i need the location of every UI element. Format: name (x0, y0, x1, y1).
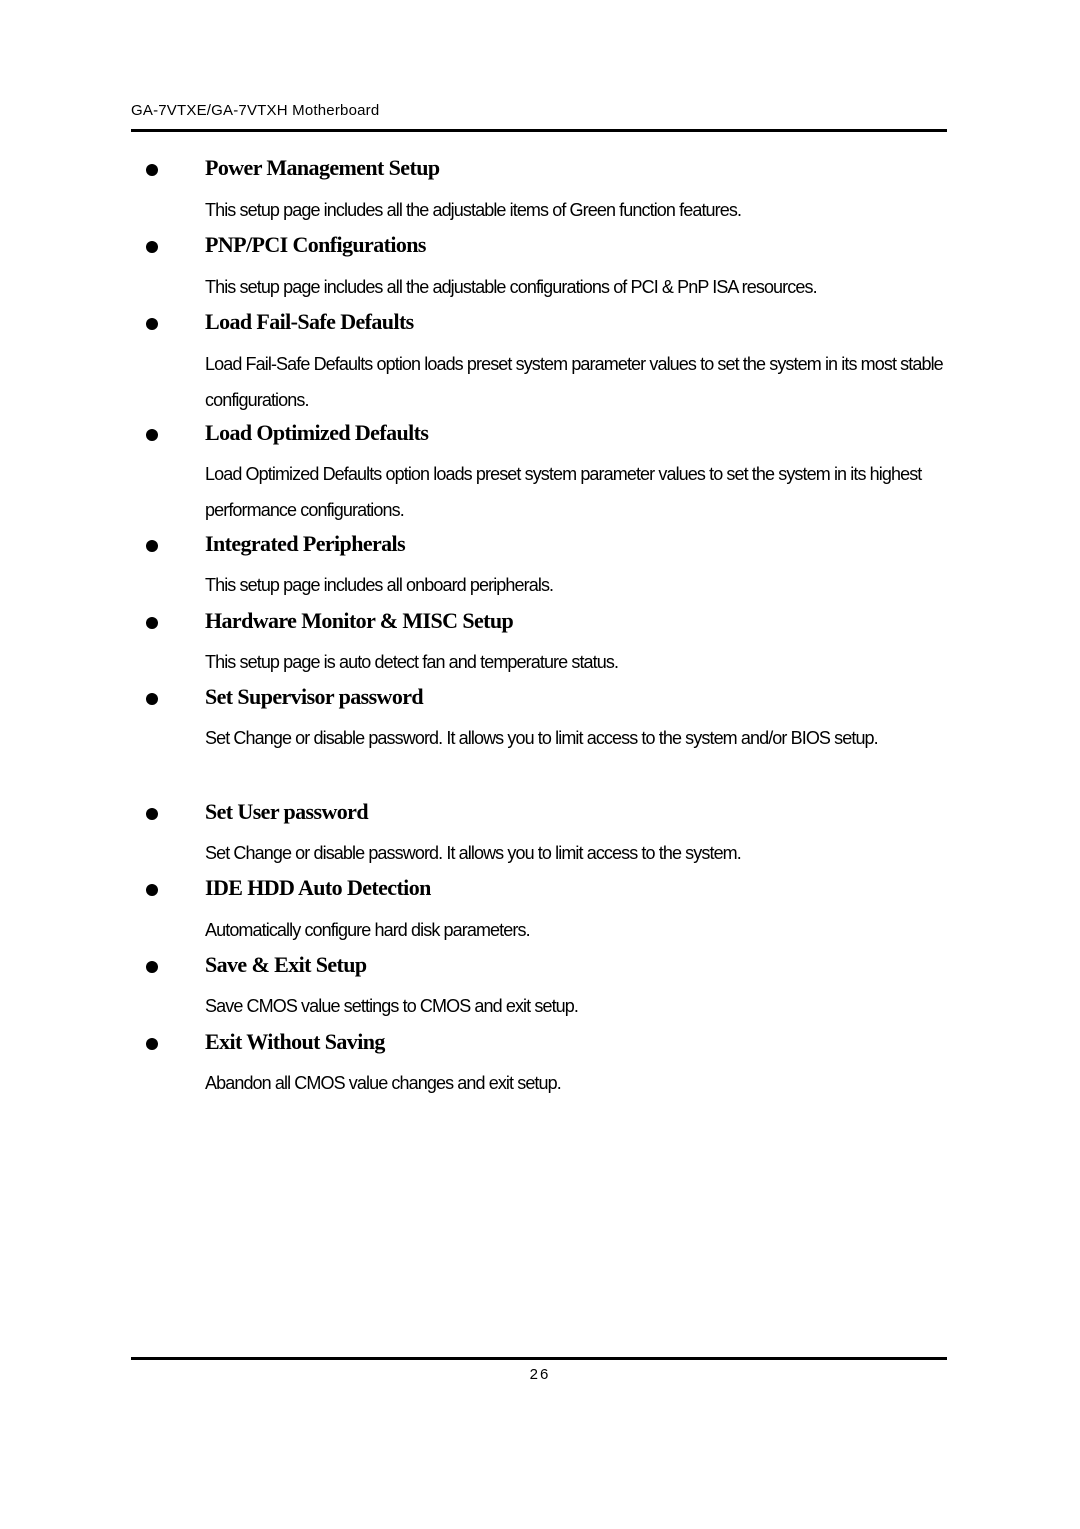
section-title: Save & Exit Setup (205, 952, 367, 977)
section-description: This setup page includes all onboard per… (205, 575, 554, 595)
section-description: Abandon all CMOS value changes and exit … (205, 1073, 562, 1093)
header-rule (131, 129, 947, 132)
section-description: Load Optimized Defaults option loads pre… (205, 464, 922, 520)
section-description: Save CMOS value settings to CMOS and exi… (205, 996, 579, 1016)
bullet-icon (146, 318, 158, 330)
document-header: GA-7VTXE/GA-7VTXH Motherboard (131, 102, 380, 119)
bullet-icon (146, 808, 158, 820)
bullet-icon (146, 429, 158, 441)
bullet-icon (146, 961, 158, 973)
section-description: This setup page includes all the adjusta… (205, 200, 742, 220)
section-title: Set User password (205, 799, 369, 824)
section-title: Integrated Peripherals (205, 531, 406, 556)
section-title: Set Supervisor password (205, 684, 424, 709)
bullet-icon (146, 693, 158, 705)
section-title: Load Fail-Safe Defaults (205, 309, 414, 334)
section-title: Hardware Monitor & MISC Setup (205, 608, 514, 633)
section-description: This setup page includes all the adjusta… (205, 277, 818, 297)
section-title: PNP/PCI Configurations (205, 232, 426, 257)
bullet-icon (146, 617, 158, 629)
section-description: Load Fail-Safe Defaults option loads pre… (205, 354, 944, 410)
section-description: Set Change or disable password. It allow… (205, 843, 742, 863)
section-title: IDE HDD Auto Detection (205, 875, 431, 900)
section-description: Set Change or disable password. It allow… (205, 728, 879, 748)
section-title: Load Optimized Defaults (205, 420, 429, 445)
bullet-icon (146, 540, 158, 552)
footer-rule (131, 1357, 947, 1360)
bullet-icon (146, 241, 158, 253)
section-title: Exit Without Saving (205, 1029, 385, 1054)
bullet-icon (146, 164, 158, 176)
page-number: 26 (529, 1366, 551, 1383)
bullet-icon (146, 1038, 158, 1050)
bullet-icon (146, 884, 158, 896)
section-description: This setup page is auto detect fan and t… (205, 652, 619, 672)
section-title: Power Management Setup (205, 155, 440, 180)
section-description: Automatically configure hard disk parame… (205, 920, 531, 940)
